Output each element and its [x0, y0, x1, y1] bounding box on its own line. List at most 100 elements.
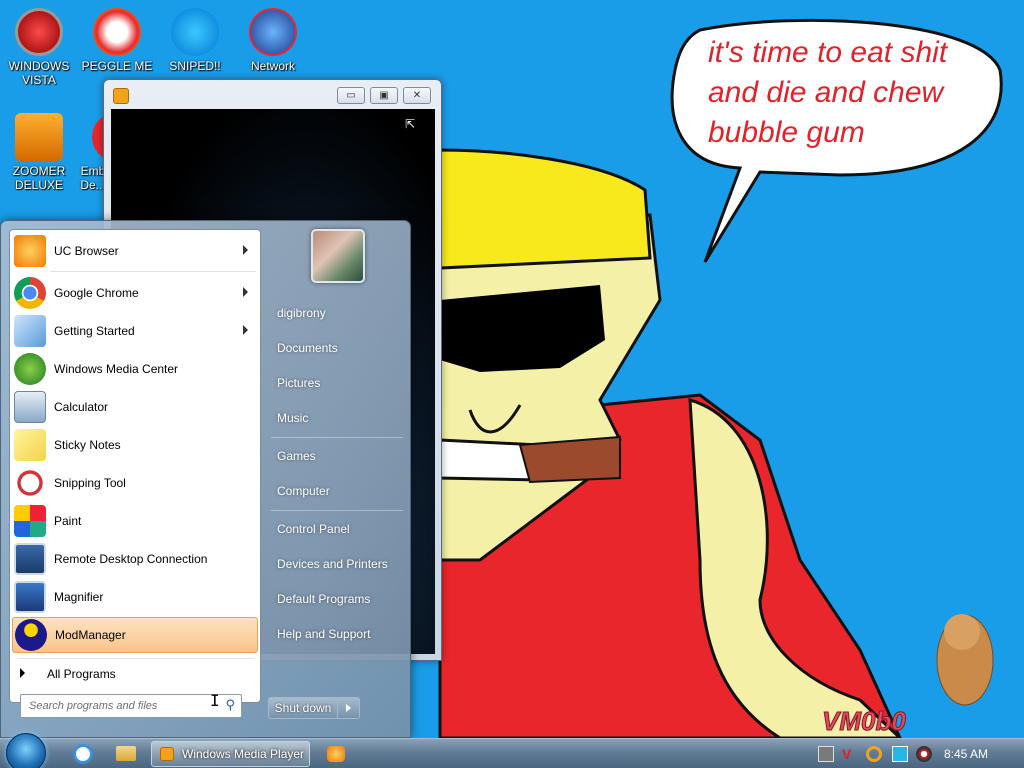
- desktop-icon-peggle[interactable]: PEGGLE ME MO...: [78, 2, 156, 73]
- start-menu: UC Browser Google Chrome Getting Started…: [0, 220, 411, 738]
- uc-browser-icon: [327, 746, 345, 762]
- program-label: Windows Media Center: [54, 362, 179, 376]
- getting-started-icon: [14, 315, 46, 347]
- explorer-taskbar-button[interactable]: [108, 742, 144, 766]
- paint-icon: [14, 505, 46, 537]
- desktop-icon-label: ZOOMER DELUXE: [12, 164, 66, 192]
- chrome-icon: [14, 277, 46, 309]
- program-google-chrome[interactable]: Google Chrome: [12, 275, 258, 311]
- desktop[interactable]: it's time to eat shit and die and chew b…: [0, 0, 1024, 738]
- tray-volume-icon[interactable]: [916, 746, 932, 762]
- separator: [18, 658, 254, 659]
- places-item-control-panel[interactable]: Control Panel: [277, 522, 350, 536]
- places-item-documents[interactable]: Documents: [277, 341, 338, 355]
- all-programs-button[interactable]: All Programs: [20, 667, 116, 681]
- folder-icon: [116, 746, 136, 761]
- minimize-button[interactable]: ▭: [337, 87, 365, 104]
- program-paint[interactable]: Paint: [12, 503, 258, 539]
- modmanager-icon: [15, 619, 47, 651]
- shutdown-options-button[interactable]: [338, 697, 360, 719]
- media-center-icon: [14, 353, 46, 385]
- speech-line-3: bubble gum: [708, 116, 865, 149]
- places-item-music[interactable]: Music: [277, 411, 308, 425]
- desktop-icon-label: WINDOWS VISTA: [8, 59, 70, 87]
- window-titlebar[interactable]: ▭ ▣ ✕: [104, 80, 441, 110]
- user-avatar[interactable]: [311, 229, 365, 283]
- program-label: Calculator: [54, 400, 109, 414]
- text-cursor-icon: I: [210, 691, 220, 710]
- program-label: Sticky Notes: [54, 438, 121, 452]
- program-label: Remote Desktop Connection: [54, 552, 208, 566]
- program-sticky-notes[interactable]: Sticky Notes: [12, 427, 258, 463]
- program-modmanager[interactable]: ModManager: [12, 617, 258, 653]
- program-windows-media-center[interactable]: Windows Media Center: [12, 351, 258, 387]
- places-item-games[interactable]: Games: [277, 449, 316, 463]
- desktop-icon-label: PEGGLE ME MO...: [81, 59, 153, 73]
- desktop-icon-windows-vista[interactable]: WINDOWS VISTA: [0, 2, 78, 87]
- search-icon[interactable]: ⚲: [225, 698, 235, 713]
- desktop-icon-zoomer[interactable]: ZOOMER DELUXE: [0, 107, 78, 192]
- tray-search-icon[interactable]: [866, 746, 882, 762]
- program-magnifier[interactable]: Magnifier: [12, 579, 258, 615]
- tray-app-icon[interactable]: [818, 746, 834, 762]
- skype-icon: [171, 8, 219, 56]
- close-button[interactable]: ✕: [403, 87, 431, 104]
- submenu-arrow-icon: [243, 245, 248, 255]
- program-label: Getting Started: [54, 324, 135, 338]
- places-pane: digibrony Documents Pictures Music Games…: [265, 221, 411, 738]
- internet-explorer-taskbar-button[interactable]: [65, 742, 101, 766]
- taskbar-button-media-player[interactable]: Windows Media Player: [151, 741, 310, 767]
- uc-browser-taskbar-button[interactable]: [318, 742, 354, 766]
- clock[interactable]: 8:45 AM: [944, 747, 988, 761]
- scissors-icon: [14, 467, 46, 499]
- program-label: Google Chrome: [54, 286, 139, 300]
- separator: [271, 510, 403, 511]
- switch-to-library-icon[interactable]: ⇱: [405, 117, 423, 131]
- places-item-pictures[interactable]: Pictures: [277, 376, 320, 390]
- tray-v-icon[interactable]: V: [842, 746, 858, 762]
- programs-pane: UC Browser Google Chrome Getting Started…: [9, 229, 261, 703]
- shutdown-button[interactable]: Shut down: [268, 697, 338, 719]
- remote-desktop-icon: [14, 543, 46, 575]
- search-placeholder: Search programs and files: [29, 700, 158, 712]
- desktop-icon-label: SNIPED!! EPIC GAMER 20...: [169, 59, 221, 73]
- places-item-default-programs[interactable]: Default Programs: [277, 592, 370, 606]
- program-label: Magnifier: [54, 590, 104, 604]
- program-label: Paint: [54, 514, 82, 528]
- program-snipping-tool[interactable]: Snipping Tool: [12, 465, 258, 501]
- submenu-arrow-icon: [243, 325, 248, 335]
- magnifier-icon: [14, 581, 46, 613]
- zoomer-icon: [15, 113, 63, 161]
- maximize-button[interactable]: ▣: [370, 87, 398, 104]
- all-programs-label: All Programs: [47, 667, 116, 681]
- uc-browser-icon: [14, 235, 46, 267]
- places-item-help-support[interactable]: Help and Support: [277, 627, 370, 641]
- search-input[interactable]: Search programs and files ⚲: [20, 694, 242, 718]
- sticky-notes-icon: [14, 429, 46, 461]
- submenu-arrow-icon: [243, 287, 248, 297]
- taskbar-button-label: Windows Media Player: [182, 747, 305, 761]
- media-player-icon: [113, 88, 129, 104]
- media-player-icon: [160, 747, 174, 761]
- program-uc-browser[interactable]: UC Browser: [12, 233, 258, 269]
- places-item-devices-printers[interactable]: Devices and Printers: [277, 557, 388, 571]
- start-button[interactable]: [6, 733, 46, 768]
- places-item-computer[interactable]: Computer: [277, 484, 330, 498]
- program-calculator[interactable]: Calculator: [12, 389, 258, 425]
- tray-display-icon[interactable]: [892, 746, 908, 762]
- taskbar: Windows Media Player V 8:45 AM: [0, 733, 1024, 768]
- internet-explorer-icon: [73, 744, 93, 764]
- expand-arrow-icon: [20, 668, 25, 678]
- calculator-icon: [14, 391, 46, 423]
- places-item-user[interactable]: digibrony: [277, 306, 326, 320]
- desktop-icon-network[interactable]: Network: [234, 2, 312, 73]
- signature-text: VM0b0: [822, 706, 906, 736]
- speech-line-2: and die and chew: [708, 76, 946, 109]
- program-remote-desktop[interactable]: Remote Desktop Connection: [12, 541, 258, 577]
- peggle-icon: [93, 8, 141, 56]
- network-icon: [249, 8, 297, 56]
- program-getting-started[interactable]: Getting Started: [12, 313, 258, 349]
- program-label: Snipping Tool: [54, 476, 126, 490]
- chevron-right-icon: [346, 704, 351, 712]
- desktop-icon-sniped[interactable]: SNIPED!! EPIC GAMER 20...: [156, 2, 234, 73]
